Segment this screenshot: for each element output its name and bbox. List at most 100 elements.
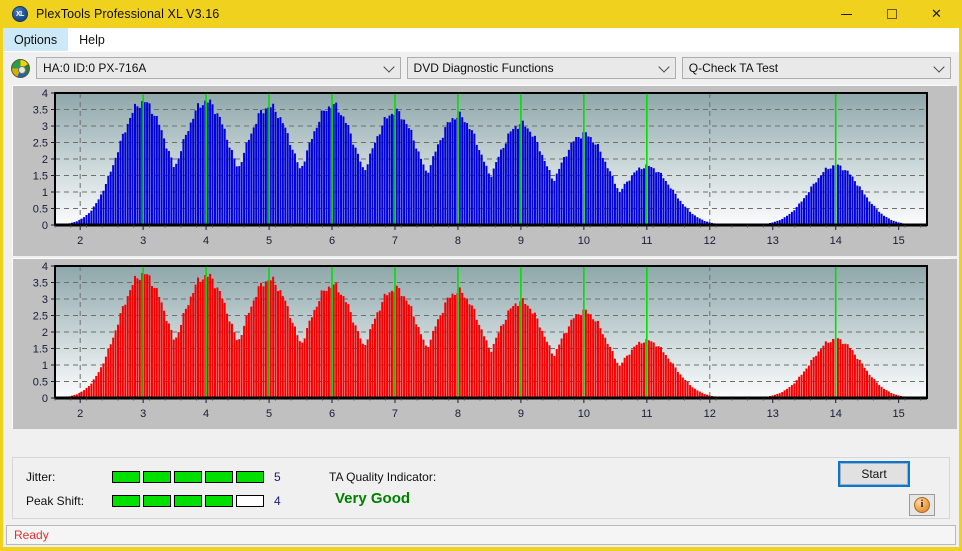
jitter-chart: 0 0.5 1 1.5 2 2.5 3 3.5 4 2 3 4 5 6 7 8 9 10 11 12 13 14 15 [13,86,957,256]
svg-text:0.5: 0.5 [33,377,48,389]
title-bar: XL PlexTools Professional XL V3.16 ✕ [3,0,959,28]
window-title: PlexTools Professional XL V3.16 [36,7,220,21]
svg-text:15: 15 [893,408,905,420]
peak-shift-indicator: Peak Shift: 4 [26,494,281,508]
svg-text:12: 12 [704,235,716,247]
peak-shift-label: Peak Shift: [26,494,85,508]
meter-segment [236,471,264,483]
svg-text:1: 1 [42,187,48,199]
menu-item-options[interactable]: Options [3,28,69,51]
svg-text:2: 2 [42,327,48,339]
svg-text:7: 7 [392,408,398,420]
svg-text:6: 6 [329,235,335,247]
svg-text:2: 2 [42,154,48,166]
meter-segment [112,471,140,483]
svg-text:8: 8 [455,408,461,420]
svg-text:4: 4 [42,88,48,100]
peak-shift-value: 4 [274,494,281,508]
svg-text:13: 13 [767,408,779,420]
svg-text:4: 4 [203,408,209,420]
chevron-down-icon [933,61,945,73]
function-select[interactable]: DVD Diagnostic Functions [406,57,676,79]
svg-text:0: 0 [42,220,48,232]
disc-drive-icon [11,58,30,78]
chevron-down-icon [658,61,670,73]
peak-shift-meter [112,495,264,507]
application-window: XL PlexTools Professional XL V3.16 ✕ Opt… [0,0,962,551]
svg-text:10: 10 [578,408,590,420]
close-button[interactable]: ✕ [914,0,959,28]
svg-text:15: 15 [893,235,905,247]
jitter-chart-panel: 0 0.5 1 1.5 2 2.5 3 3.5 4 2 3 4 5 6 7 8 9 10 11 12 13 14 15 [12,85,957,256]
meter-segment [205,495,233,507]
minimize-icon [841,13,852,15]
ta-quality-value: Very Good [335,490,411,507]
status-text: Ready [14,528,49,542]
chevron-down-icon [382,61,395,73]
peak-shift-chart: 0 0.5 1 1.5 2 2.5 3 3.5 4 2 3 4 5 6 7 8 9 10 11 12 13 14 15 [13,259,957,429]
svg-text:2.5: 2.5 [33,311,48,323]
svg-text:9: 9 [518,408,524,420]
jitter-meter [112,471,264,483]
svg-text:14: 14 [830,235,842,247]
svg-text:3: 3 [42,121,48,133]
jitter-label: Jitter: [26,470,56,484]
meter-segment [174,495,202,507]
svg-text:11: 11 [641,235,652,247]
svg-text:2: 2 [77,235,83,247]
meter-segment [236,495,264,507]
svg-text:4: 4 [42,261,48,273]
svg-text:2.5: 2.5 [33,138,48,150]
svg-text:3.5: 3.5 [33,105,48,117]
svg-text:1.5: 1.5 [33,344,48,356]
selector-toolbar: HA:0 ID:0 PX-716A DVD Diagnostic Functio… [3,52,959,83]
svg-text:2: 2 [77,408,83,420]
svg-text:3.5: 3.5 [33,278,48,290]
menu-item-help[interactable]: Help [68,28,116,51]
svg-text:7: 7 [392,235,398,247]
svg-text:1: 1 [42,360,48,372]
svg-text:9: 9 [518,235,524,247]
svg-text:12: 12 [704,408,716,420]
svg-text:11: 11 [641,408,652,420]
function-select-value: DVD Diagnostic Functions [413,61,554,75]
svg-text:5: 5 [266,235,272,247]
peak-shift-chart-panel: 0 0.5 1 1.5 2 2.5 3 3.5 4 2 3 4 5 6 7 8 9 10 11 12 13 14 15 [12,258,957,429]
drive-select-value: HA:0 ID:0 PX-716A [43,61,147,75]
menu-bar: Options Help [3,28,959,52]
svg-text:0.5: 0.5 [33,204,48,216]
svg-text:3: 3 [140,408,146,420]
svg-text:5: 5 [266,408,272,420]
meter-segment [174,471,202,483]
meter-segment [205,471,233,483]
window-controls: ✕ [824,0,959,28]
minimize-button[interactable] [824,0,869,28]
meter-segment [112,495,140,507]
svg-text:0: 0 [42,393,48,405]
drive-select[interactable]: HA:0 ID:0 PX-716A [36,57,401,79]
test-select-value: Q-Check TA Test [688,61,779,75]
app-logo-icon: XL [12,6,28,22]
test-select[interactable]: Q-Check TA Test [681,57,951,79]
info-button[interactable]: i [909,494,935,516]
meter-segment [143,471,171,483]
jitter-value: 5 [274,470,281,484]
svg-text:13: 13 [767,235,779,247]
jitter-indicator: Jitter: 5 [26,470,281,484]
svg-text:3: 3 [42,294,48,306]
svg-text:1.5: 1.5 [33,171,48,183]
maximize-button[interactable] [869,0,914,28]
svg-text:14: 14 [830,408,842,420]
ta-quality-label: TA Quality Indicator: [329,470,437,484]
svg-text:8: 8 [455,235,461,247]
close-icon: ✕ [931,6,942,21]
status-bar: Ready [6,525,956,545]
results-panel: Jitter: 5 Peak Shift: 4 TA Quality Indic… [12,457,950,519]
meter-segment [143,495,171,507]
svg-text:3: 3 [140,235,146,247]
svg-text:10: 10 [578,235,590,247]
svg-text:4: 4 [203,235,209,247]
info-icon: i [914,497,930,513]
start-button[interactable]: Start [838,461,910,487]
maximize-icon [886,9,897,19]
